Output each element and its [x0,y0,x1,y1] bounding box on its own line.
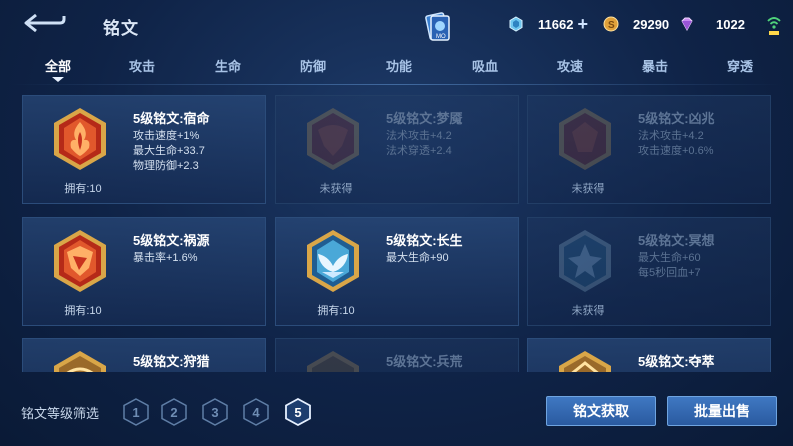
currency-coupon: 11662 + [508,14,588,34]
inscription-name: 5级铭文:宿命 [133,111,210,126]
gold-value: 29290 [633,16,670,32]
blue-inscription-emblem-icon [307,230,359,292]
inscription-stats: 法术攻击+4.2 法术穿透+2.4 [386,129,452,159]
inscription-name: 5级铭文:兵荒 [386,354,463,369]
inscription-card-seize[interactable]: 5级铭文:夺萃 [527,338,771,372]
diamond-value: 1022 [716,16,745,32]
level-1-label: 1 [132,405,139,420]
stat-line: 最大生命+33.7 [133,145,205,157]
inscription-name: 5级铭文:祸源 [133,233,210,248]
gold-coin-icon: S [603,16,619,32]
inscription-card-longevity[interactable]: 拥有:10 5级铭文:长生 最大生命+90 [275,217,519,326]
wifi-signal-icon [767,17,781,35]
svg-text:S: S [608,20,615,31]
inscription-stats: 攻击速度+1% 最大生命+33.7 物理防御+2.3 [133,129,205,174]
inscription-name: 5级铭文:长生 [386,233,463,248]
level-filter-5[interactable]: 5 [285,398,311,426]
tab-defense[interactable]: 防御 [300,56,326,75]
inscription-name: 5级铭文:夺萃 [638,354,715,369]
stat-line: 暴击率+1.6% [133,252,198,264]
level-filter-2[interactable]: 2 [161,398,187,426]
level-2-label: 2 [170,405,177,420]
red-inscription-emblem-icon [559,108,611,170]
category-tabs: 全部 攻击 生命 防御 功能 吸血 攻速 暴击 穿透 [0,52,793,82]
active-tab-indicator-icon [52,77,64,82]
inscription-card-omen[interactable]: 未获得 5级铭文:凶兆 法术攻击+4.2 攻击速度+0.6% [527,95,771,204]
inscription-name: 5级铭文:狩猎 [133,354,210,369]
inscription-card-war[interactable]: 5级铭文:兵荒 [275,338,519,372]
level-5-label: 5 [294,405,301,420]
inscription-name: 5级铭文:冥想 [638,233,715,248]
currency-diamond: 1022 [679,14,745,34]
inscription-name: 5级铭文:梦魇 [386,111,463,126]
stat-line: 最大生命+90 [386,252,449,264]
back-arrow-icon[interactable] [22,12,66,34]
owned-status: 未获得 [319,183,353,195]
inscription-card-icon[interactable]: MO [425,12,451,42]
inscription-stats: 法术攻击+4.2 攻击速度+0.6% [638,129,714,159]
stat-line: 攻击速度+0.6% [638,145,714,157]
stat-line: 物理防御+2.3 [133,160,199,172]
purple-gem-icon [681,17,693,32]
tab-attack[interactable]: 攻击 [129,56,155,75]
level-filter-label: 铭文等级筛选 [21,406,100,421]
level-filter-1[interactable]: 1 [123,398,149,426]
red-inscription-emblem-icon [307,108,359,170]
top-bar: 铭文 MO 11662 + S 29290 1022 [0,0,793,50]
stat-line: 法术穿透+2.4 [386,145,452,157]
inscription-grid: 拥有:10 5级铭文:宿命 攻击速度+1% 最大生命+33.7 物理防御+2.3… [0,90,793,372]
gold-inscription-emblem-icon [54,351,106,372]
level-3-label: 3 [211,405,218,420]
stat-line: 攻击速度+1% [133,130,200,142]
owned-status: 未获得 [571,305,605,317]
bottom-bar: 铭文等级筛选 1 2 3 4 5 铭文获取 批量出售 [0,380,793,446]
inscription-card-nightmare[interactable]: 未获得 5级铭文:梦魇 法术攻击+4.2 法术穿透+2.4 [275,95,519,204]
red-inscription-emblem-icon [54,108,106,170]
inscription-stats: 暴击率+1.6% [133,251,198,266]
owned-count: 拥有:10 [64,305,102,317]
level-filter-4[interactable]: 4 [243,398,269,426]
owned-count: 拥有:10 [317,305,355,317]
tab-critical[interactable]: 暴击 [642,56,668,75]
stat-line: 法术攻击+4.2 [638,130,704,142]
inscription-name: 5级铭文:凶兆 [638,111,715,126]
gold-inscription-emblem-icon [559,351,611,372]
blue-crystal-icon [509,16,523,32]
tab-attack-speed[interactable]: 攻速 [557,56,583,75]
inscription-card-hunt[interactable]: 5级铭文:狩猎 [22,338,266,372]
inscription-stats: 最大生命+90 [386,251,449,266]
owned-status: 未获得 [571,183,605,195]
coupon-value: 11662 [538,16,574,32]
add-coupon-button[interactable]: + [577,15,588,33]
blue-inscription-emblem-icon [559,230,611,292]
stat-line: 最大生命+60 [638,252,701,264]
inscription-card-calamity[interactable]: 拥有:10 5级铭文:祸源 暴击率+1.6% [22,217,266,326]
inscription-stats: 最大生命+60 每5秒回血+7 [638,251,701,281]
tab-lifesteal[interactable]: 吸血 [472,56,498,75]
level-filter-3[interactable]: 3 [202,398,228,426]
inscription-card-fate[interactable]: 拥有:10 5级铭文:宿命 攻击速度+1% 最大生命+33.7 物理防御+2.3 [22,95,266,204]
stat-line: 法术攻击+4.2 [386,130,452,142]
obtain-inscription-button[interactable]: 铭文获取 [546,396,656,426]
stat-line: 每5秒回血+7 [638,267,701,279]
tab-utility[interactable]: 功能 [386,56,412,75]
red-inscription-emblem-icon [54,230,106,292]
batch-sell-button[interactable]: 批量出售 [667,396,777,426]
tab-all[interactable]: 全部 [45,56,71,75]
owned-count: 拥有:10 [64,183,102,195]
currency-gold: S 29290 [603,14,669,34]
page-title: 铭文 [103,19,139,38]
tab-divider [10,84,783,85]
tab-penetration[interactable]: 穿透 [727,56,753,75]
level-4-label: 4 [252,405,260,420]
svg-text:MO: MO [436,34,446,40]
gold-inscription-emblem-icon [307,351,359,372]
inscription-card-meditation[interactable]: 未获得 5级铭文:冥想 最大生命+60 每5秒回血+7 [527,217,771,326]
tab-health[interactable]: 生命 [215,56,241,75]
